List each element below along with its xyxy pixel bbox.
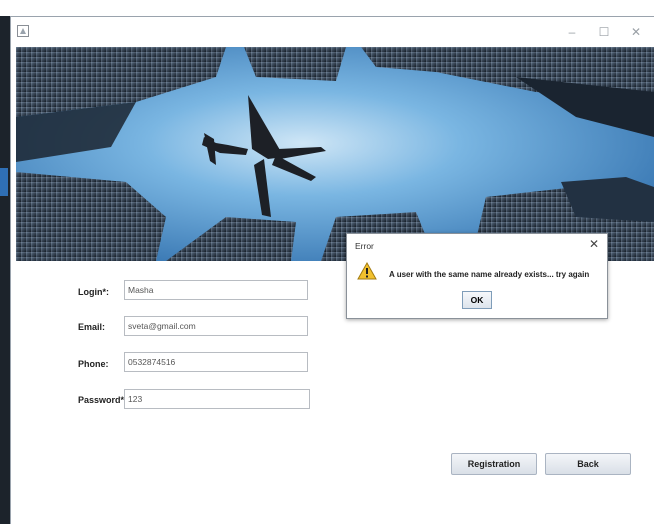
maximize-button[interactable]: ☐: [592, 23, 616, 41]
java-app-icon: [17, 25, 29, 37]
screen-top-edge: [0, 0, 654, 16]
registration-window: – ☐ ✕ Login*: Masha Email: sveta@gmail.c…: [10, 16, 654, 524]
dialog-close-button[interactable]: ✕: [587, 237, 601, 251]
warning-icon: [357, 262, 377, 280]
email-input[interactable]: sveta@gmail.com: [124, 316, 308, 336]
dialog-title: Error: [355, 241, 374, 251]
window-titlebar: – ☐ ✕: [11, 17, 654, 47]
dialog-message: A user with the same name already exists…: [389, 270, 590, 279]
login-input[interactable]: Masha: [124, 280, 308, 300]
banner-image: [16, 47, 654, 261]
login-label: Login*:: [78, 287, 109, 297]
back-button[interactable]: Back: [545, 453, 631, 475]
phone-input[interactable]: 0532874516: [124, 352, 308, 372]
desktop-taskbar-highlight: [0, 168, 8, 196]
error-dialog: Error ✕ A user with the same name alread…: [346, 233, 608, 319]
dialog-ok-button[interactable]: OK: [462, 291, 492, 309]
skyline-airplane-banner: [16, 47, 654, 261]
minimize-button[interactable]: –: [560, 23, 584, 41]
password-label: Password*:: [78, 395, 128, 405]
close-window-button[interactable]: ✕: [624, 23, 648, 41]
phone-label: Phone:: [78, 359, 109, 369]
background-desktop: [0, 16, 10, 524]
email-label: Email:: [78, 322, 106, 332]
password-input[interactable]: 123: [124, 389, 310, 409]
registration-button[interactable]: Registration: [451, 453, 537, 475]
